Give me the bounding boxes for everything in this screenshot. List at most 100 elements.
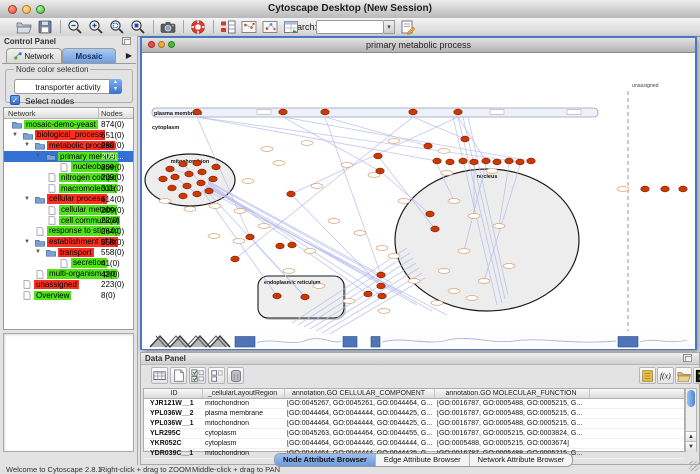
save-session-button[interactable] (37, 19, 53, 35)
graph-node[interactable] (470, 159, 478, 165)
dropdown-stepper-icon[interactable]: ▲▼ (109, 79, 122, 94)
select-attributes-button[interactable] (189, 367, 206, 384)
graph-node[interactable] (205, 188, 213, 194)
zoom-selected-button[interactable] (109, 19, 125, 35)
network-view-titlebar[interactable]: primary metabolic process (142, 38, 695, 53)
graph-node[interactable] (212, 164, 220, 170)
birds-eye-view[interactable] (3, 333, 134, 452)
tree-row-biological-process[interactable]: ▼biological_process651(0) (4, 130, 133, 141)
graph-node[interactable] (426, 211, 434, 217)
tree-row-overview[interactable]: Overview8(0) (4, 290, 133, 301)
expand-arrow-icon[interactable]: ▼ (24, 142, 30, 149)
expand-arrow-icon[interactable]: ▼ (24, 196, 30, 203)
graph-node[interactable] (378, 293, 386, 299)
graph-node[interactable] (516, 159, 524, 165)
graph-node[interactable] (246, 234, 254, 240)
graph-node[interactable] (321, 109, 329, 115)
tree-row-nitrogen-compo[interactable]: nitrogen compo209(0) (4, 172, 133, 183)
table-scrollbar[interactable]: ▲ ▼ (685, 388, 697, 452)
notes-button[interactable] (639, 367, 656, 384)
zoom-in-button[interactable] (88, 19, 104, 35)
graph-node[interactable] (482, 158, 490, 164)
import-attributes-button[interactable] (675, 367, 692, 384)
node-color-dropdown[interactable]: transporter activity ▲▼ (14, 79, 122, 94)
tree-row-transport[interactable]: ▼transport558(0) (4, 247, 133, 258)
network-overview-button[interactable] (241, 19, 257, 35)
graph-node[interactable] (197, 180, 205, 186)
graph-node[interactable] (288, 242, 296, 248)
graph-node[interactable] (185, 171, 193, 177)
graph-node[interactable] (433, 158, 441, 164)
expand-arrow-icon[interactable]: ▼ (35, 249, 41, 256)
unselect-attributes-button[interactable] (208, 367, 225, 384)
search-input[interactable] (316, 20, 384, 34)
graph-node[interactable] (409, 109, 417, 115)
table-row-YKR052C[interactable]: YKR052Ccytoplasm[GO:0044464, GO:0044446,… (144, 439, 684, 449)
graph-node[interactable] (454, 109, 462, 115)
open-session-button[interactable] (16, 19, 32, 35)
new-attribute-button[interactable] (170, 367, 187, 384)
graph-node[interactable] (661, 186, 669, 192)
node-attributes-button[interactable] (220, 19, 236, 35)
graph-node[interactable] (301, 294, 309, 300)
tree-row-multi-organism-pro[interactable]: multi-organism pro42(0) (4, 269, 133, 280)
network-overview-alt-button[interactable] (262, 19, 278, 35)
graph-node[interactable] (276, 243, 284, 249)
scroll-down-icon[interactable]: ▼ (686, 441, 696, 452)
search-config-button[interactable] (400, 19, 416, 35)
more-tabs-arrow-icon[interactable]: ▶ (126, 51, 132, 60)
help-button[interactable] (190, 19, 206, 35)
column-header-3[interactable]: annotation.GO MOLECULAR_FUNCTION (434, 390, 588, 397)
function-builder-button[interactable]: f(x) (657, 367, 674, 384)
tree-row-primary-metabo[interactable]: ▼primary metabo209(... (4, 151, 133, 162)
graph-node[interactable] (193, 191, 201, 197)
tree-column-network[interactable]: Network (8, 109, 36, 118)
tree-row-nucleobase-[interactable]: nucleobase-209(0) (4, 162, 133, 173)
scrollbar-thumb[interactable] (687, 390, 695, 407)
table-row-YJR121W__1[interactable]: YJR121W__1mitochondrion[GO:0045267, GO:0… (144, 399, 684, 409)
column-header-2[interactable]: annotation.GO CELLULAR_COMPONENT (284, 390, 433, 397)
resize-grip[interactable] (689, 461, 699, 471)
graph-node[interactable] (209, 176, 217, 182)
graph-node[interactable] (431, 226, 439, 232)
graph-node[interactable] (198, 169, 206, 175)
tree-row-response-to-stimulu[interactable]: response to stimulu264(0) (4, 226, 133, 237)
graph-node[interactable] (459, 158, 467, 164)
tree-row-establishment-of-lo[interactable]: ▼establishment of lo558(0) (4, 237, 133, 248)
graph-node[interactable] (364, 291, 372, 297)
window-titlebar[interactable]: Cytoscape Desktop (New Session) (0, 0, 700, 19)
attribute-browser-button[interactable] (283, 19, 299, 35)
network-view-window[interactable]: primary metabolic process plasma membran… (140, 36, 697, 350)
column-header-0[interactable]: ID (147, 390, 201, 397)
graph-node[interactable] (641, 186, 649, 192)
expand-arrow-icon[interactable]: ▼ (35, 153, 41, 160)
tree-row-cell-communicat[interactable]: cell communicat22(0) (4, 215, 133, 226)
table-row-YPL036W__1[interactable]: YPL036W__1mitochondrion[GO:0044464, GO:0… (144, 419, 684, 429)
graph-node[interactable] (287, 191, 295, 197)
graph-node[interactable] (168, 185, 176, 191)
column-divider[interactable] (589, 389, 590, 398)
graph-node[interactable] (159, 176, 167, 182)
column-header-1[interactable]: _cellularLayoutRegion (202, 390, 283, 397)
graph-node[interactable] (193, 160, 201, 166)
graph-node[interactable] (505, 158, 513, 164)
expand-arrow-icon[interactable]: ▼ (24, 239, 30, 246)
zoom-out-button[interactable] (67, 19, 83, 35)
zoom-fit-button[interactable] (130, 19, 146, 35)
tree-row-metabolic-process[interactable]: ▼metabolic process280(0) (4, 140, 133, 151)
tab-network[interactable]: Network (6, 48, 62, 63)
compartment-plasma-membrane[interactable] (152, 108, 598, 117)
graph-node[interactable] (279, 109, 287, 115)
graph-node[interactable] (374, 153, 382, 159)
tab-mosaic[interactable]: Mosaic (62, 48, 116, 63)
table-row-YLR295C[interactable]: YLR295Ccytoplasm[GO:0045263, GO:0044464,… (144, 429, 684, 439)
attribute-grid-button[interactable] (151, 367, 168, 384)
graph-node[interactable] (231, 256, 239, 262)
expand-arrow-icon[interactable]: ▼ (12, 132, 18, 139)
graph-node[interactable] (166, 166, 174, 172)
tree-row-cellular-process[interactable]: ▼cellular process614(0) (4, 194, 133, 205)
tree-row-macromolecule[interactable]: macromolecule311(0) (4, 183, 133, 194)
search-dropdown-arrow-icon[interactable]: ▾ (384, 20, 395, 34)
graph-node[interactable] (179, 161, 187, 167)
graph-node[interactable] (461, 136, 469, 142)
